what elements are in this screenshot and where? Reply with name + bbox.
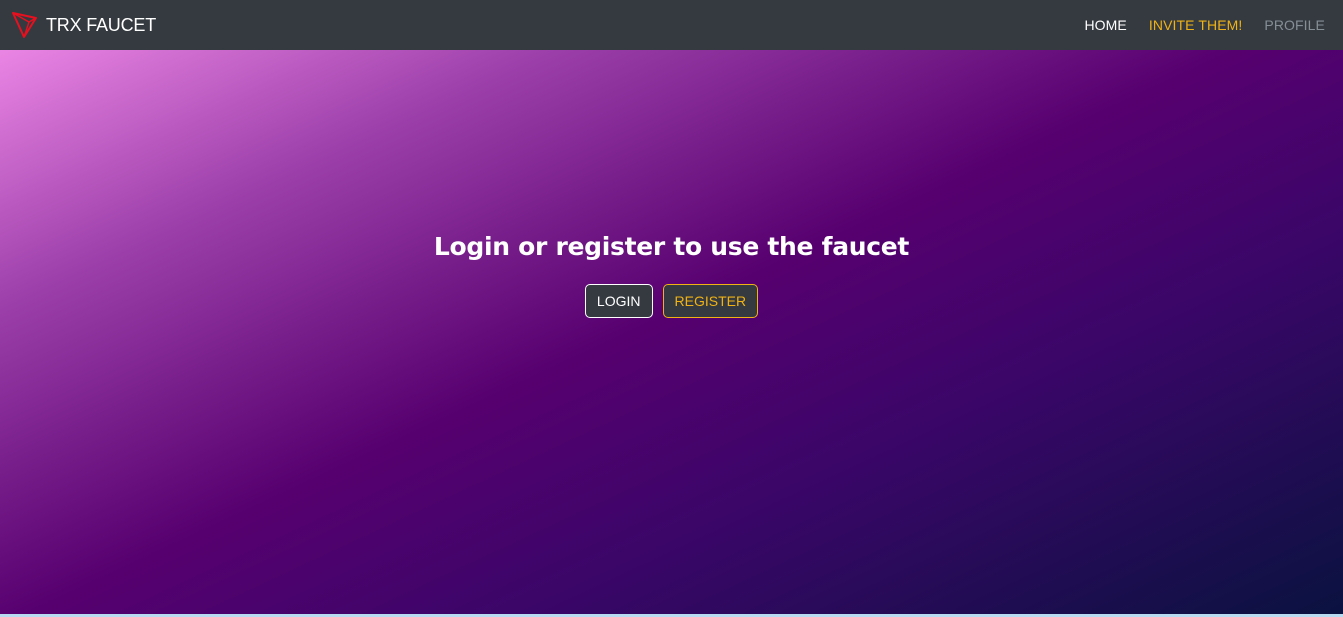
brand-text: TRX FAUCET (46, 14, 157, 35)
nav-link-home[interactable]: HOME (1084, 17, 1126, 33)
nav-link-profile[interactable]: PROFILE (1264, 17, 1325, 33)
hero-title: Login or register to use the faucet (433, 232, 910, 261)
hero-section (0, 50, 1343, 614)
brand-link[interactable]: TRX FAUCET (12, 11, 156, 39)
login-button[interactable]: LOGIN (584, 284, 653, 318)
tron-logo-icon (12, 11, 38, 39)
hero-content: Login or register to use the faucet LOGI… (0, 232, 1343, 318)
top-navbar: TRX FAUCET HOME INVITE THEM! PROFILE (0, 0, 1343, 50)
nav-links: HOME INVITE THEM! PROFILE (1062, 17, 1325, 33)
auth-buttons: LOGIN REGISTER (0, 284, 1343, 318)
register-button[interactable]: REGISTER (662, 284, 759, 318)
nav-link-invite[interactable]: INVITE THEM! (1149, 17, 1243, 33)
